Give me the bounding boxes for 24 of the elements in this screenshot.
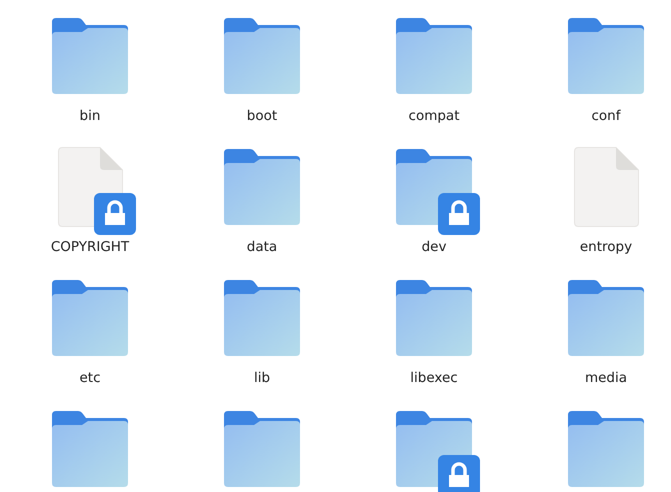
file-name[interactable]: media xyxy=(584,368,628,388)
folder-icon[interactable] xyxy=(394,278,474,358)
folder-icon[interactable] xyxy=(222,409,302,489)
folder-icon[interactable] xyxy=(566,409,646,489)
folder-icon[interactable] xyxy=(222,16,302,96)
file-name[interactable]: lib xyxy=(254,368,270,388)
folder-icon[interactable] xyxy=(50,16,130,96)
file-name[interactable]: compat xyxy=(408,106,460,126)
folder-icon[interactable] xyxy=(566,16,646,96)
folder-icon[interactable] xyxy=(50,278,130,358)
file-name[interactable]: data xyxy=(246,237,278,257)
folder-icon[interactable] xyxy=(222,278,302,358)
file-name[interactable]: dev xyxy=(422,237,446,257)
folder-icon[interactable] xyxy=(394,16,474,96)
folder-icon[interactable] xyxy=(50,409,130,489)
file-name[interactable]: COPYRIGHT xyxy=(50,237,130,257)
file-name[interactable]: bin xyxy=(80,106,100,126)
file-name[interactable]: conf xyxy=(592,106,620,126)
folder-icon[interactable] xyxy=(566,278,646,358)
file-name[interactable]: boot xyxy=(246,106,278,126)
file-name[interactable]: etc xyxy=(79,368,101,388)
file-name[interactable]: entropy xyxy=(580,237,632,257)
folder-icon[interactable] xyxy=(222,147,302,227)
file-name[interactable]: libexec xyxy=(410,368,458,388)
